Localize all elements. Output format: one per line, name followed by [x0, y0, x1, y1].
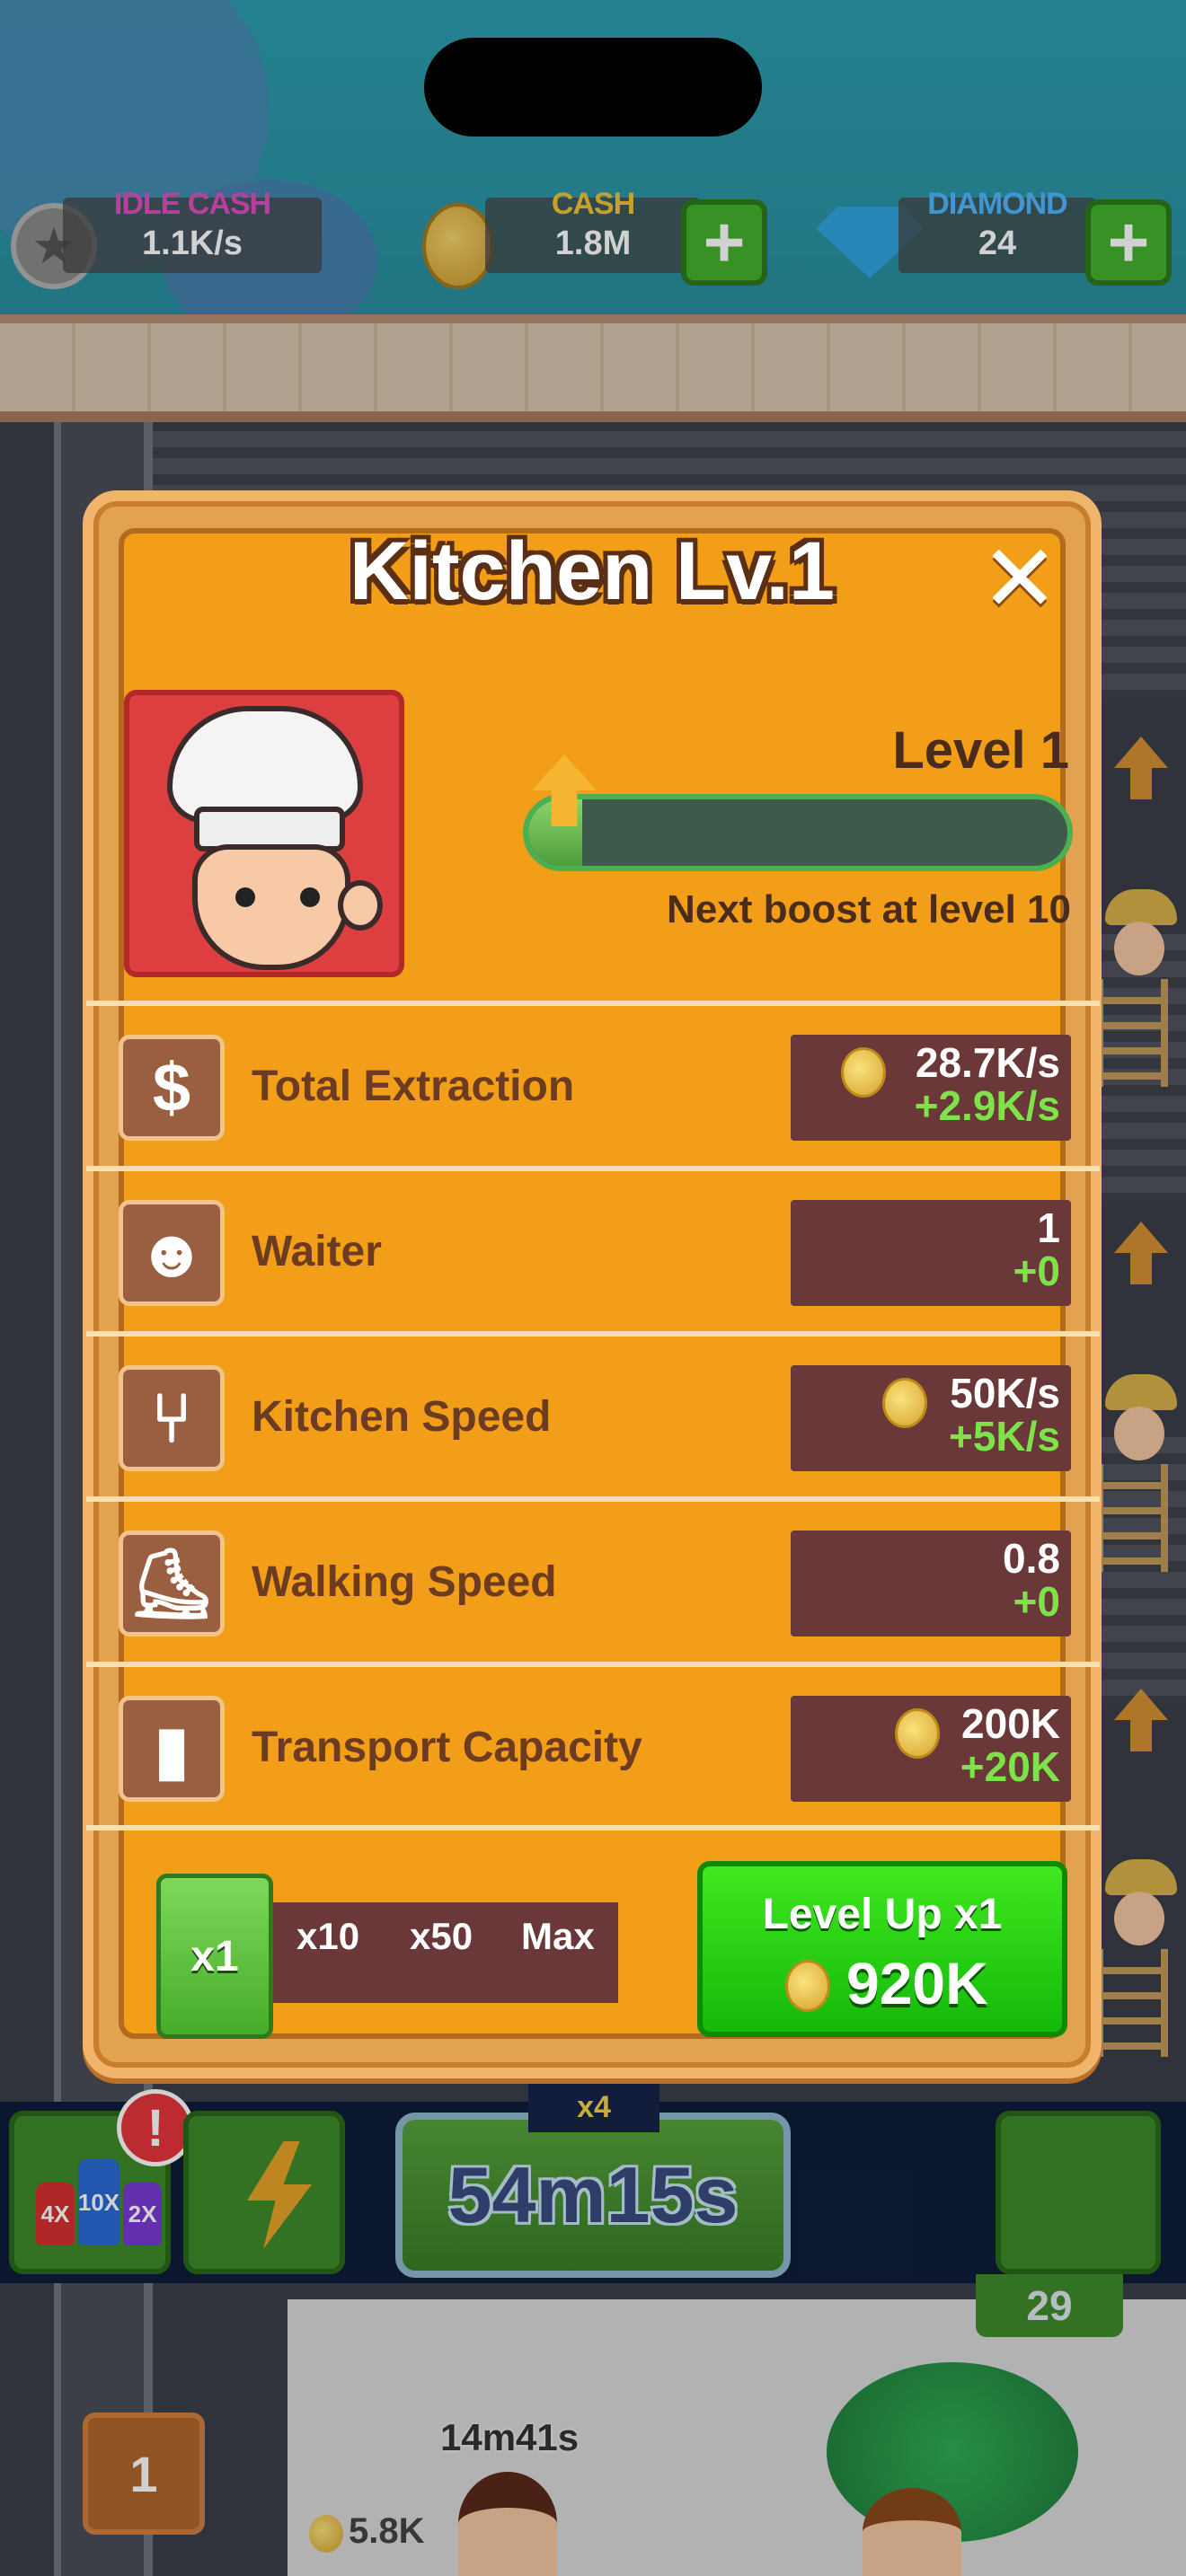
- modal-title: Kitchen Lv.1: [349, 525, 836, 617]
- multiplier-x10-button[interactable]: x10: [296, 1915, 359, 1958]
- chef-avatar: [124, 690, 404, 977]
- stat-value: 50K/s: [950, 1370, 1060, 1416]
- divider: [86, 1001, 1100, 1006]
- close-button[interactable]: ✕: [979, 533, 1060, 626]
- stat-value: 0.8: [1003, 1535, 1060, 1582]
- stat-label-total-extraction: Total Extraction: [252, 1063, 575, 1110]
- stat-delta: +0: [1013, 1248, 1060, 1294]
- multiplier-x1-button[interactable]: x1: [156, 1874, 273, 2039]
- level-up-cost: 920K: [846, 1950, 988, 2016]
- stat-label-kitchen-speed: Kitchen Speed: [252, 1393, 552, 1441]
- dollar-icon: $: [119, 1035, 225, 1141]
- bar-chart-icon: ▮: [119, 1696, 225, 1802]
- stat-value-box: 28.7K/s +2.9K/s: [791, 1035, 1071, 1141]
- stat-delta: +2.9K/s: [914, 1082, 1060, 1129]
- stat-label-walking-speed: Walking Speed: [252, 1558, 557, 1606]
- stat-value: 28.7K/s: [915, 1039, 1060, 1086]
- stat-value: 200K: [961, 1700, 1060, 1747]
- divider: [86, 1166, 1100, 1171]
- next-boost-text: Next boost at level 10: [667, 887, 1071, 931]
- stat-value-box: 0.8 +0: [791, 1531, 1071, 1636]
- stat-value-box: 200K +20K: [791, 1696, 1071, 1802]
- coin-icon: [785, 1960, 830, 2012]
- multiplier-x50-button[interactable]: x50: [410, 1915, 473, 1958]
- coin-icon: [841, 1047, 886, 1098]
- level-up-button[interactable]: Level Up x1 920K: [697, 1861, 1067, 2037]
- fork-icon: ⑂: [119, 1365, 225, 1471]
- chef-hat-icon: [167, 706, 363, 823]
- waiter-icon: ☻: [119, 1200, 225, 1306]
- chef-face: [192, 844, 350, 970]
- stat-label-waiter: Waiter: [252, 1228, 382, 1275]
- level-label: Level 1: [892, 721, 1069, 780]
- stat-value: 1: [1037, 1204, 1060, 1251]
- stat-label-transport-capacity: Transport Capacity: [252, 1724, 642, 1771]
- divider: [86, 1331, 1100, 1337]
- multiplier-max-button[interactable]: Max: [521, 1915, 595, 1958]
- shoe-icon: ⛸: [119, 1531, 225, 1636]
- coin-icon: [882, 1378, 927, 1428]
- stat-value-box: 50K/s +5K/s: [791, 1365, 1071, 1471]
- divider: [86, 1825, 1100, 1831]
- divider: [86, 1496, 1100, 1502]
- stat-delta: +0: [1013, 1578, 1060, 1625]
- level-progress-bar: [523, 794, 1073, 871]
- stat-delta: +5K/s: [948, 1413, 1060, 1460]
- divider: [86, 1662, 1100, 1667]
- level-up-label: Level Up x1: [762, 1891, 1003, 1938]
- coin-icon: [895, 1708, 940, 1759]
- stat-value-box: 1 +0: [791, 1200, 1071, 1306]
- stat-delta: +20K: [960, 1743, 1060, 1790]
